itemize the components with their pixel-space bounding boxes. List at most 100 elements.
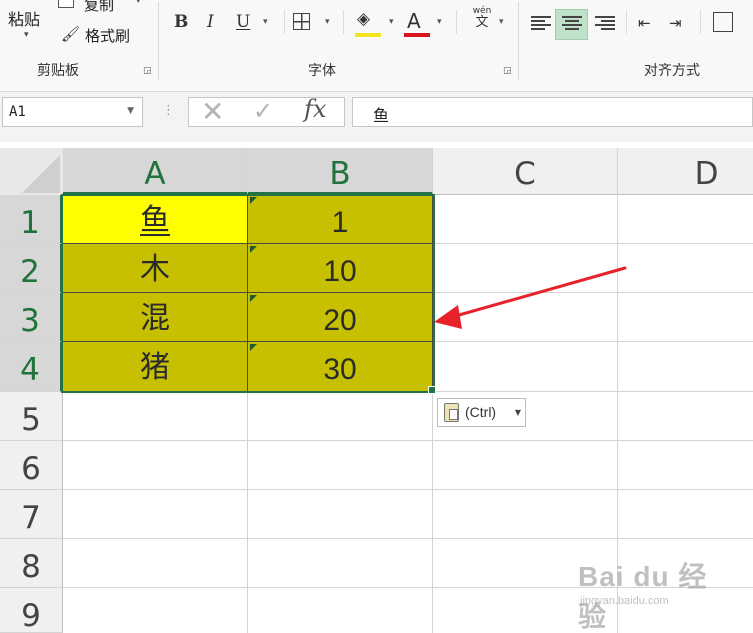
cell-a5[interactable] [63,392,248,441]
row-header-2[interactable]: 2 [0,244,63,293]
enter-icon[interactable]: ✓ [253,97,273,125]
cell-b6[interactable] [248,441,433,490]
cell-a1-text: 鱼 [140,203,170,238]
row-header-9[interactable]: 9 [0,588,63,633]
copy-button[interactable]: 复制 [84,0,114,15]
font-color-dropdown-icon[interactable]: ▾ [437,17,442,27]
cell-b9[interactable] [248,588,433,633]
row-header-8[interactable]: 8 [0,539,63,588]
cell-c7[interactable] [433,490,618,539]
text-number-indicator-icon[interactable] [250,295,257,302]
align-right-icon[interactable] [595,16,615,30]
row-header-6[interactable]: 6 [0,441,63,490]
paste-dropdown-icon[interactable]: ▾ [24,30,29,40]
cell-c3[interactable] [433,293,618,342]
column-header-c[interactable]: C [433,148,618,195]
cell-d3[interactable] [618,293,753,342]
cell-a4[interactable]: 猪 [63,342,248,392]
cell-a7[interactable] [63,490,248,539]
insert-function-button[interactable]: fx [304,95,326,123]
decrease-indent-icon[interactable]: ⇤ [638,14,651,32]
format-painter-button[interactable]: 格式刷 [85,25,130,46]
cell-c1[interactable] [433,195,618,244]
text-number-indicator-icon[interactable] [250,197,257,204]
increase-indent-icon[interactable]: ⇥ [669,14,682,32]
wrap-text-icon[interactable] [713,12,733,32]
toolbar-divider [456,10,457,34]
cell-b7[interactable] [248,490,433,539]
watermark-subtext: jingyan.baidu.com [580,595,669,607]
row-header-1[interactable]: 1 [0,195,63,244]
cell-d5[interactable] [618,392,753,441]
ribbon: 粘贴 ▾ 复制 ▾ 🖌 格式刷 剪贴板 ◲ B I U ▾ ▾ ◈ ▾ A ▾ … [0,0,753,92]
cell-d7[interactable] [618,490,753,539]
row-header-7[interactable]: 7 [0,490,63,539]
fill-color-icon[interactable]: ◈ [357,9,370,29]
paste-button[interactable]: 粘贴 [8,6,40,30]
italic-button[interactable]: I [207,12,214,32]
text-number-indicator-icon[interactable] [250,344,257,351]
align-left-icon[interactable] [531,16,551,30]
toolbar-divider [284,10,285,34]
fill-color-dropdown-icon[interactable]: ▾ [389,17,394,27]
align-center-icon[interactable] [562,16,582,30]
cell-b1[interactable]: 1 [248,195,433,244]
paste-options-label: (Ctrl) [465,404,497,420]
cell-d2[interactable] [618,244,753,293]
cell-c4[interactable] [433,342,618,392]
select-all-triangle-icon [22,155,60,193]
borders-icon[interactable] [293,13,310,30]
toolbar-divider [343,10,344,34]
cell-b8[interactable] [248,539,433,588]
column-header-d[interactable]: D [618,148,753,195]
column-header-b[interactable]: B [248,148,433,195]
toolbar-divider [700,10,701,34]
row-header-3[interactable]: 3 [0,293,63,342]
cell-d1[interactable] [618,195,753,244]
cell-b5[interactable] [248,392,433,441]
cell-d4[interactable] [618,342,753,392]
formula-input-value: 鱼 [373,106,390,125]
name-box-dropdown-icon[interactable]: ▼ [127,106,134,116]
cell-a2[interactable]: 木 [63,244,248,293]
text-number-indicator-icon[interactable] [250,246,257,253]
cell-b3[interactable]: 20 [248,293,433,342]
cell-b2[interactable]: 10 [248,244,433,293]
paste-options-dropdown-icon: ▼ [514,408,521,417]
watermark: Bai du 经验 jingyan.baidu.com [578,555,718,632]
fill-handle[interactable] [428,386,436,394]
formula-bar-buttons: ✕ ✓ fx [188,95,345,128]
format-painter-icon[interactable]: 🖌 [61,25,80,43]
cell-d6[interactable] [618,441,753,490]
phonetic-guide-icon[interactable]: wén 文 [467,6,497,30]
name-box[interactable]: A1 ▼ [2,97,143,127]
bold-button[interactable]: B [174,12,188,32]
cell-c2[interactable] [433,244,618,293]
cell-a6[interactable] [63,441,248,490]
row-header-4[interactable]: 4 [0,342,63,392]
clipboard-dialog-launcher-icon[interactable]: ◲ [143,66,152,76]
phonetic-dropdown-icon[interactable]: ▾ [499,17,504,27]
paste-options-button[interactable]: (Ctrl) ▼ [437,398,526,427]
row-header-5[interactable]: 5 [0,392,63,441]
watermark-text: Bai du 经验 [578,561,708,632]
phonetic-char: 文 [475,15,489,30]
column-header-a[interactable]: A [63,148,248,195]
borders-dropdown-icon[interactable]: ▾ [325,17,330,27]
cell-a9[interactable] [63,588,248,633]
underline-button[interactable]: U [236,12,250,32]
formula-input[interactable]: 鱼 [352,97,753,127]
cancel-icon[interactable]: ✕ [201,95,224,128]
cell-a1[interactable]: 鱼 [63,195,248,244]
copy-dropdown-icon[interactable]: ▾ [136,0,141,6]
cell-a8[interactable] [63,539,248,588]
font-dialog-launcher-icon[interactable]: ◲ [503,66,512,76]
cell-a3[interactable]: 混 [63,293,248,342]
font-color-icon[interactable]: A [407,9,421,33]
cell-c6[interactable] [433,441,618,490]
copy-icon[interactable] [58,0,74,8]
font-color-swatch [404,33,430,37]
cell-b4[interactable]: 30 [248,342,433,392]
underline-dropdown-icon[interactable]: ▾ [263,17,268,27]
formula-bar-grip-icon[interactable]: ⋮ [162,103,175,118]
